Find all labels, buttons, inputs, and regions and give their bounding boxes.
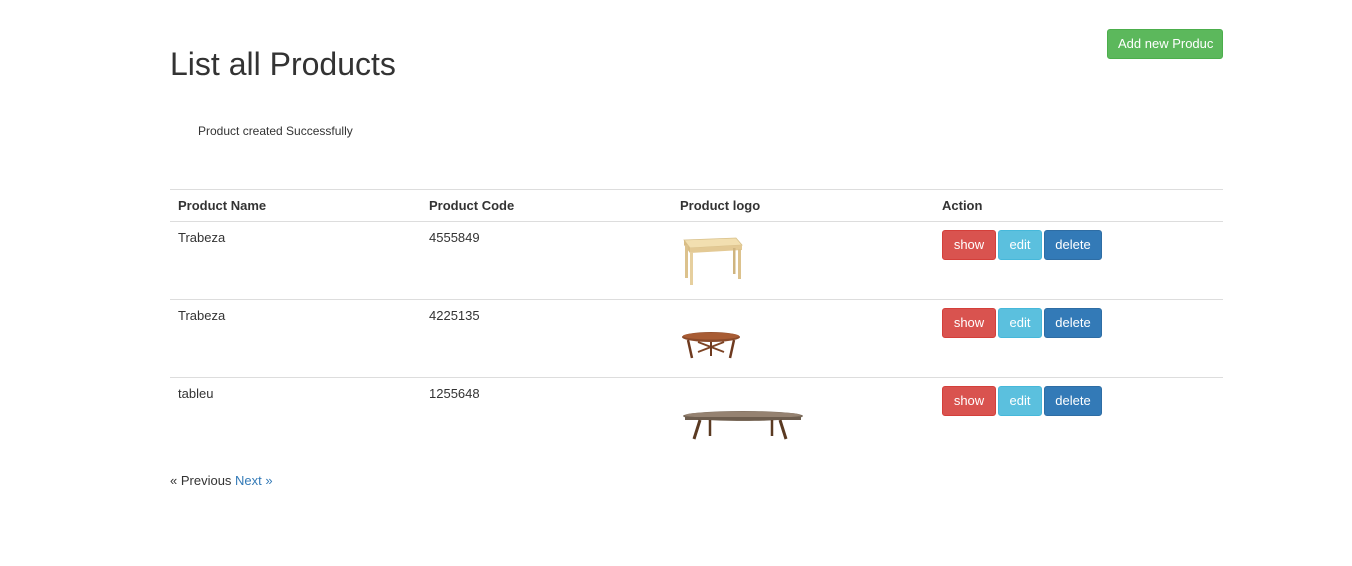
show-button[interactable]: show (942, 308, 996, 338)
add-new-product-button[interactable]: Add new Produc (1107, 29, 1223, 59)
delete-button[interactable]: delete (1044, 230, 1102, 260)
delete-button[interactable]: delete (1044, 308, 1102, 338)
product-name-cell: Trabeza (170, 299, 421, 378)
product-code-cell: 1255648 (429, 386, 480, 401)
round-coffee-table-image (682, 332, 740, 359)
product-logo-cell (672, 221, 934, 300)
previous-page-link: « Previous (170, 473, 232, 488)
product-logo-cell (672, 299, 934, 378)
column-header-product-name: Product Name (170, 189, 421, 222)
product-code-cell: 4555849 (421, 221, 672, 300)
show-button[interactable]: show (942, 386, 996, 416)
products-table: Product Name Product Code Product logo A… (170, 189, 1223, 455)
wooden-table-image (683, 237, 743, 285)
delete-button[interactable]: delete (1044, 386, 1102, 416)
page-title: List all Products (170, 46, 396, 82)
action-cell: show edit delete (934, 299, 1223, 378)
product-name-cell: Trabeza (170, 221, 421, 300)
edit-button[interactable]: edit (998, 230, 1042, 260)
column-header-product-code: Product Code (421, 189, 672, 222)
product-logo-cell (672, 378, 934, 456)
product-name-cell: tableu (178, 386, 214, 401)
table-row: Trabeza 4225135 show edit delete (170, 299, 1223, 378)
action-cell: show edit delete (934, 221, 1223, 300)
low-bench-table-image (683, 411, 803, 440)
edit-button[interactable]: edit (998, 386, 1042, 416)
table-row: Trabeza 4555849 show edit delete (170, 221, 1223, 300)
pagination: « Previous Next » (170, 472, 273, 490)
product-code-cell: 4225135 (421, 299, 672, 378)
edit-button[interactable]: edit (998, 308, 1042, 338)
column-header-action: Action (934, 189, 1223, 222)
table-row: tableu 1255648 show edit delete (170, 378, 1223, 456)
next-page-link[interactable]: Next » (235, 473, 273, 488)
column-header-product-logo: Product logo (672, 189, 934, 222)
table-header-row: Product Name Product Code Product logo A… (170, 189, 1223, 222)
action-cell: show edit delete (934, 378, 1223, 456)
success-alert: Product created Successfully (198, 124, 353, 138)
show-button[interactable]: show (942, 230, 996, 260)
